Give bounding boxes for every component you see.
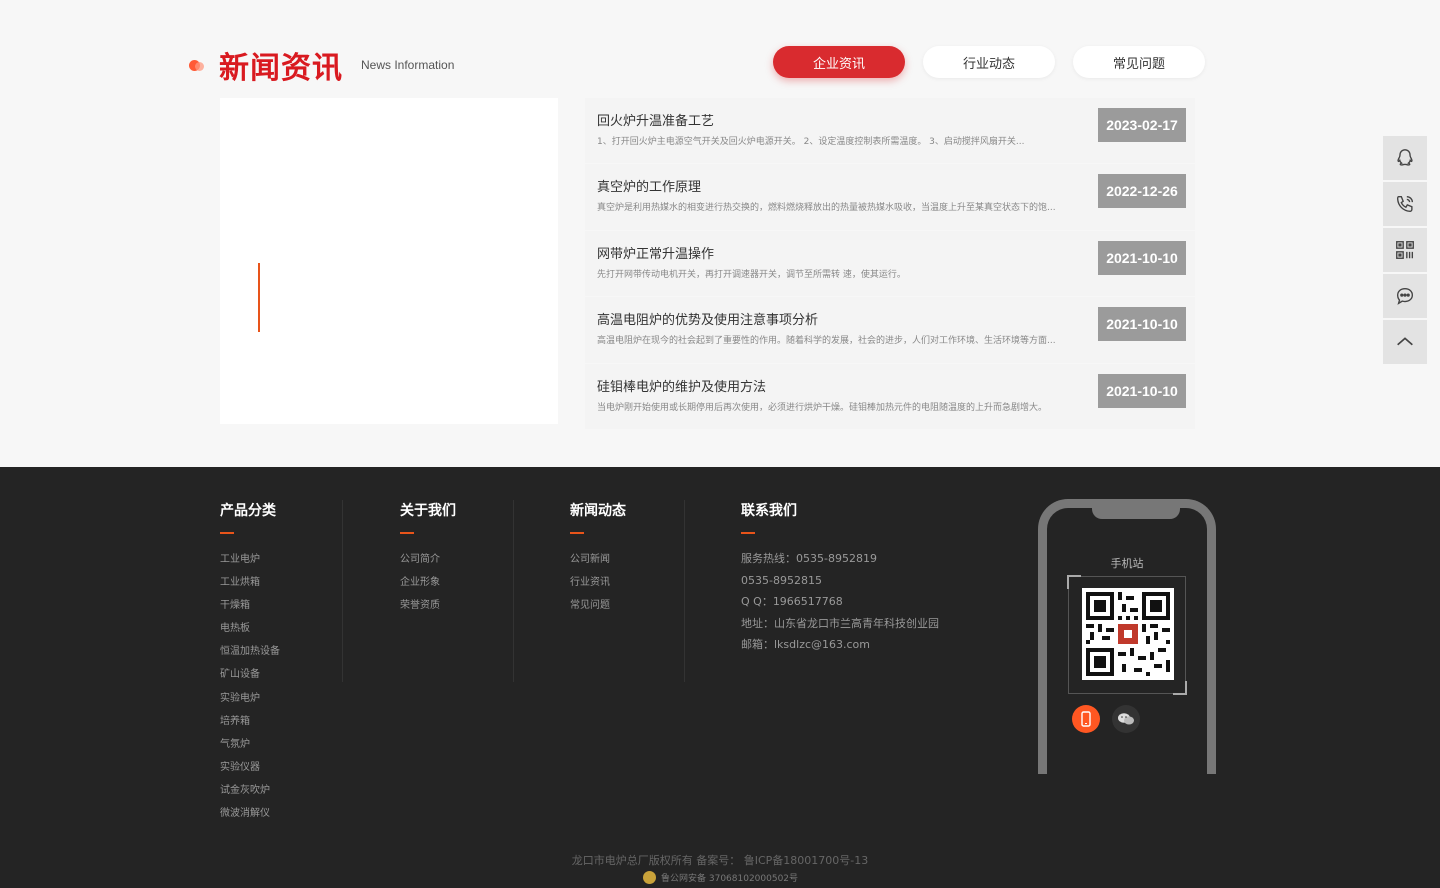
wechat-button[interactable]	[1112, 705, 1140, 733]
footer-link[interactable]: 公司简介	[400, 548, 456, 571]
title-underline	[570, 532, 584, 534]
phone-button[interactable]	[1383, 182, 1427, 226]
police-record[interactable]: 鲁公网安备 37068102000502号	[643, 871, 798, 884]
chat-button[interactable]	[1383, 274, 1427, 318]
divider	[684, 500, 685, 682]
chat-icon	[1396, 287, 1414, 305]
footer-col-title: 联系我们	[741, 503, 797, 519]
contact-email: 邮箱：lksdlzc@163.com	[741, 638, 871, 652]
accent-line	[258, 263, 260, 332]
contact-qq: Q Q：1966517768	[741, 595, 843, 609]
footer-col-news: 新闻动态 公司新闻 行业资讯 常见问题	[570, 500, 626, 617]
news-item-date: 2021-10-10	[1098, 307, 1186, 342]
qrcode-button[interactable]	[1383, 228, 1427, 272]
news-item-desc: 真空炉是利用热媒水的相变进行热交换的，燃料燃烧释放出的热量被热媒水吸收，当温度上…	[597, 203, 1056, 214]
footer-link[interactable]: 公司新闻	[570, 548, 626, 571]
footer-link[interactable]: 干燥箱	[220, 594, 280, 617]
footer-link[interactable]: 常见问题	[570, 594, 626, 617]
title-underline	[220, 532, 234, 534]
footer-col-title: 产品分类	[220, 503, 276, 519]
mobile-site-phone-frame: 手机站	[1038, 499, 1216, 774]
qrcode-icon	[1396, 241, 1414, 259]
footer-link[interactable]: 气氛炉	[220, 733, 280, 756]
divider	[342, 500, 343, 682]
contact-hotline: 服务热线：0535-8952819	[741, 552, 877, 565]
tab-enterprise-news[interactable]: 企业资讯	[773, 46, 905, 78]
mobile-site-button[interactable]	[1072, 705, 1100, 733]
news-item[interactable]: 高温电阻炉的优势及使用注意事项分析 高温电阻炉在现今的社会起到了重要性的作用。随…	[585, 297, 1195, 364]
wechat-icon	[1118, 713, 1134, 725]
footer-link[interactable]: 试金灰吹炉	[220, 779, 280, 802]
footer: 产品分类 工业电炉 工业烘箱 干燥箱 电热板 恒温加热设备 矿山设备 实验电炉 …	[0, 467, 1440, 888]
qr-frame	[1067, 575, 1187, 695]
footer-link[interactable]: 矿山设备	[220, 663, 280, 686]
qq-icon	[1397, 149, 1413, 166]
news-item-date: 2021-10-10	[1098, 240, 1186, 275]
tab-industry-news[interactable]: 行业动态	[923, 46, 1055, 78]
divider	[513, 500, 514, 682]
contact-address: 地址：山东省龙口市兰高青年科技创业园	[741, 616, 939, 630]
footer-link[interactable]: 电热板	[220, 617, 280, 640]
contact-phone: 0535-8952815	[741, 573, 822, 587]
qr-code	[1082, 588, 1174, 680]
news-item-title[interactable]: 高温电阻炉的优势及使用注意事项分析	[597, 309, 818, 328]
copyright-text: 龙口市电炉总厂版权所有 备案号： 鲁ICP备18001700号-13	[571, 854, 869, 867]
footer-link[interactable]: 行业资讯	[570, 571, 626, 594]
news-item-title[interactable]: 网带炉正常升温操作	[597, 243, 714, 262]
back-to-top-button[interactable]	[1383, 320, 1427, 364]
qq-button[interactable]	[1383, 136, 1427, 180]
footer-link[interactable]: 荣誉资质	[400, 594, 456, 617]
news-item-date: 2022-12-26	[1098, 174, 1186, 209]
footer-col-contact: 联系我们 服务热线：0535-8952819 0535-8952815 Q Q：…	[741, 500, 939, 656]
news-item-title[interactable]: 硅钼棒电炉的维护及使用方法	[597, 376, 766, 395]
news-item[interactable]: 回火炉升温准备工艺 1、打开回火炉主电源空气开关及回火炉电源开关。 2、设定温度…	[585, 98, 1195, 165]
section-title: 新闻资讯	[219, 51, 343, 86]
news-item-date: 2023-02-17	[1098, 108, 1186, 142]
footer-link[interactable]: 工业电炉	[220, 548, 280, 571]
news-section: 新闻资讯 News Information 企业资讯 行业动态 常见问题 回火炉…	[0, 0, 1440, 467]
floating-sidebar	[1383, 136, 1427, 366]
mobile-site-label: 手机站	[1110, 557, 1144, 570]
mobile-phone-icon	[1081, 711, 1091, 727]
news-list: 回火炉升温准备工艺 1、打开回火炉主电源空气开关及回火炉电源开关。 2、设定温度…	[585, 98, 1195, 430]
news-item-desc: 1、打开回火炉主电源空气开关及回火炉电源开关。 2、设定温度控制表所需温度。 3…	[597, 137, 1025, 147]
police-record-text: 鲁公网安备 37068102000502号	[661, 874, 799, 884]
news-item-date: 2021-10-10	[1098, 373, 1186, 408]
footer-col-about: 关于我们 公司简介 企业形象 荣誉资质	[400, 500, 456, 617]
title-dot-icon	[195, 62, 204, 71]
news-item[interactable]: 真空炉的工作原理 真空炉是利用热媒水的相变进行热交换的，燃料燃烧释放出的热量被热…	[585, 164, 1195, 231]
news-item-desc: 先打开网带传动电机开关，再打开调速器开关，调节至所需转 速，使其运行。	[597, 269, 906, 280]
qrcode-icon	[1086, 592, 1170, 676]
news-item-title[interactable]: 真空炉的工作原理	[597, 176, 701, 195]
news-item-title[interactable]: 回火炉升温准备工艺	[597, 110, 714, 129]
news-item[interactable]: 网带炉正常升温操作 先打开网带传动电机开关，再打开调速器开关，调节至所需转 速，…	[585, 230, 1195, 298]
footer-link[interactable]: 微波消解仪	[220, 802, 280, 825]
featured-image[interactable]	[220, 98, 558, 424]
footer-link[interactable]: 实验仪器	[220, 756, 280, 779]
title-underline	[400, 532, 414, 534]
footer-link[interactable]: 培养箱	[220, 710, 280, 733]
news-item-desc: 高温电阻炉在现今的社会起到了重要性的作用。随着科学的发展，社会的进步，人们对工作…	[597, 336, 1056, 347]
footer-col-title: 新闻动态	[570, 503, 626, 519]
footer-link[interactable]: 恒温加热设备	[220, 640, 280, 663]
footer-link[interactable]: 企业形象	[400, 571, 456, 594]
footer-link[interactable]: 实验电炉	[220, 687, 280, 710]
footer-col-title: 关于我们	[400, 503, 456, 519]
phone-icon	[1396, 195, 1414, 213]
tab-faq[interactable]: 常见问题	[1073, 46, 1205, 78]
title-underline	[741, 532, 755, 534]
phone-notch	[1092, 499, 1180, 519]
footer-col-products: 产品分类 工业电炉 工业烘箱 干燥箱 电热板 恒温加热设备 矿山设备 实验电炉 …	[220, 500, 280, 825]
police-badge-icon	[643, 871, 656, 884]
section-subtitle: News Information	[361, 58, 455, 72]
footer-link[interactable]: 工业烘箱	[220, 571, 280, 594]
chevron-up-icon	[1397, 337, 1413, 346]
news-item-desc: 当电炉刚开始使用或长期停用后再次使用，必须进行烘炉干燥。硅钼棒加热元件的电阻随温…	[597, 402, 1048, 413]
news-item[interactable]: 硅钼棒电炉的维护及使用方法 当电炉刚开始使用或长期停用后再次使用，必须进行烘炉干…	[585, 363, 1195, 430]
